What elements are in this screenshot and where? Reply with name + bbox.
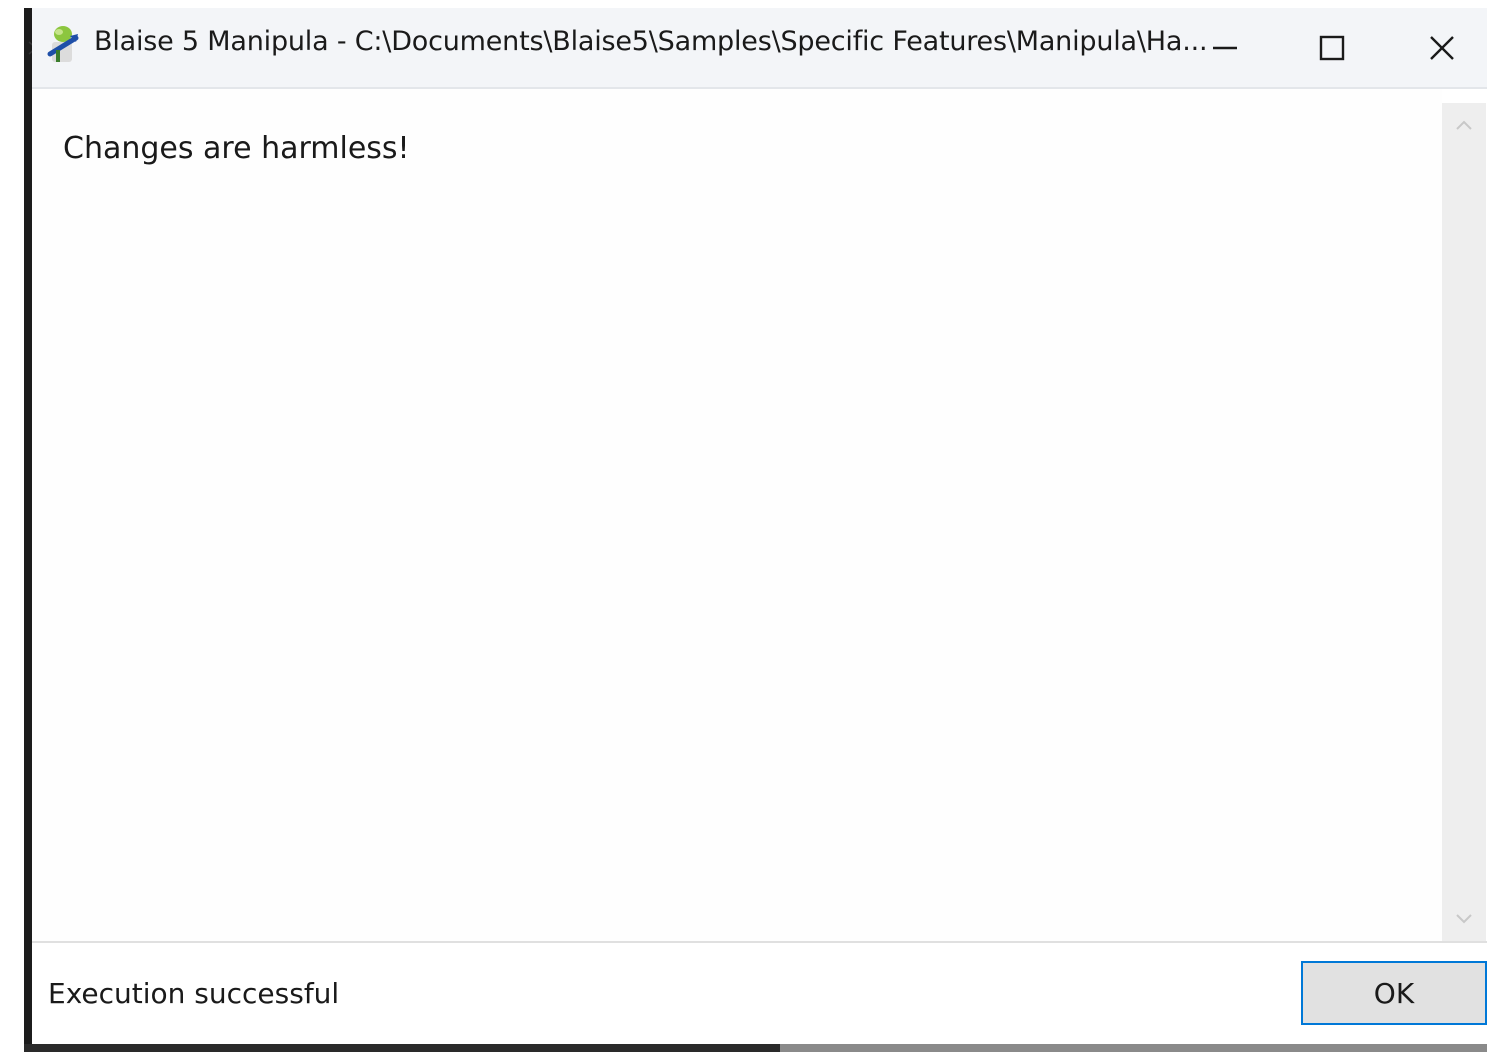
title-bar[interactable]: Blaise 5 Manipula - C:\Documents\Blaise5… (32, 8, 1487, 89)
taskbar-edge-light (780, 1044, 1487, 1052)
window-title: Blaise 5 Manipula - C:\Documents\Blaise5… (94, 26, 1208, 57)
scroll-up-button[interactable] (1442, 103, 1486, 147)
minimize-button[interactable] (1175, 8, 1275, 87)
background-area (0, 0, 24, 1052)
taskbar-edge-dark (24, 1044, 780, 1052)
message-area: Changes are harmless! (32, 89, 1442, 941)
manipula-dialog: Blaise 5 Manipula - C:\Documents\Blaise5… (32, 8, 1487, 1044)
chevron-down-icon (1456, 914, 1472, 924)
dialog-footer: Execution successful OK (32, 943, 1487, 1044)
vertical-scrollbar[interactable] (1442, 103, 1486, 941)
close-button[interactable] (1392, 8, 1487, 87)
status-message: Execution successful (48, 977, 340, 1010)
chevron-up-icon (1456, 120, 1472, 130)
message-text: Changes are harmless! (63, 131, 410, 166)
scroll-down-button[interactable] (1442, 897, 1486, 941)
window-shadow-edge (24, 8, 32, 1052)
blaise-manipula-icon (47, 26, 79, 62)
ok-button[interactable]: OK (1301, 961, 1487, 1025)
minimize-icon (1213, 46, 1237, 49)
maximize-button[interactable] (1282, 8, 1382, 87)
maximize-icon (1319, 35, 1345, 60)
screen: Blaise 5 Manipula - C:\Documents\Blaise5… (0, 0, 1487, 1052)
close-icon (1430, 35, 1454, 60)
